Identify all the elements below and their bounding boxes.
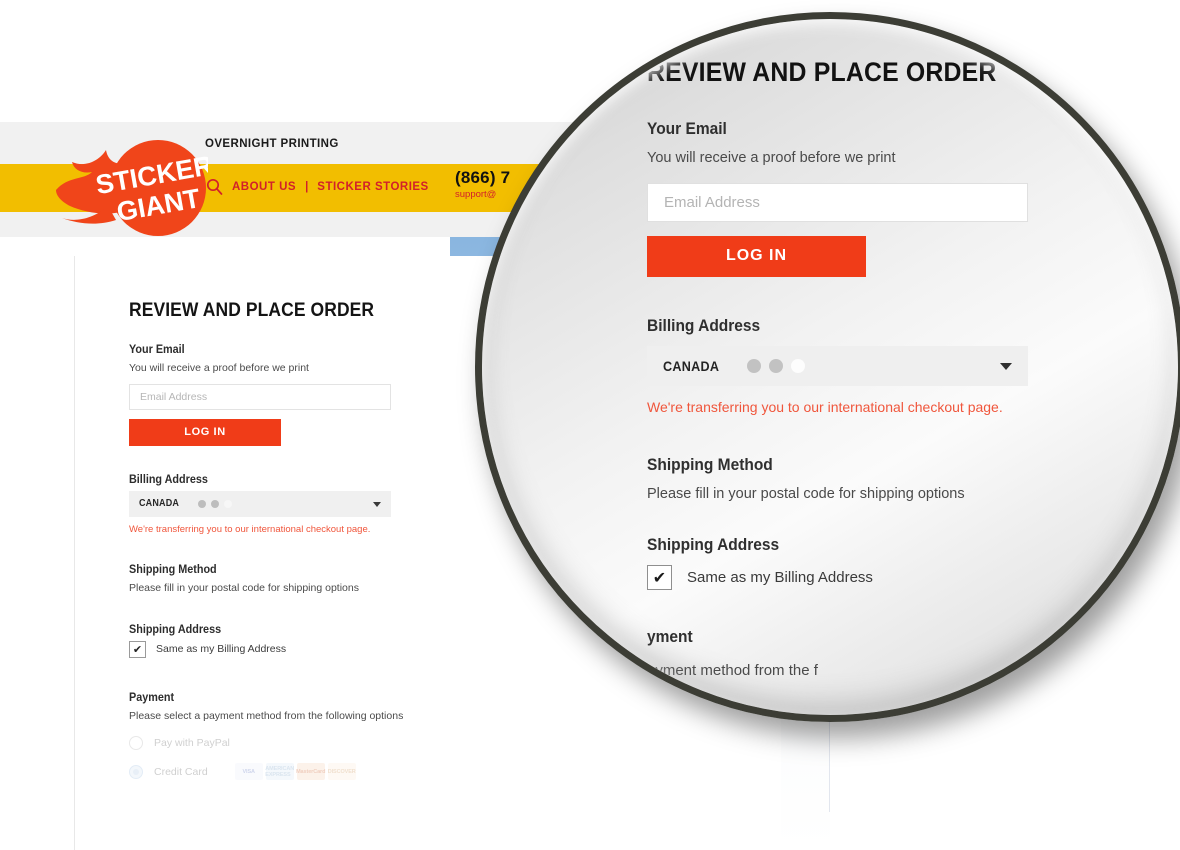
search-glyph [206,178,223,195]
header-nav: ABOUT US | STICKER STORIES [206,178,429,195]
paypal-label: Pay with PayPal [154,737,230,750]
support-email[interactable]: support@ [455,189,510,200]
payment-heading: Payment [129,691,175,704]
checkout-card: REVIEW AND PLACE ORDER Your Email You wi… [74,256,781,850]
billing-address-heading: Billing Address [129,473,208,486]
header-contact: (866) 7 support@ [455,168,510,200]
page-title: REVIEW AND PLACE ORDER [129,300,375,321]
loading-dots-icon [197,499,232,508]
billing-error-message: We're transferring you to our internatio… [129,523,371,535]
your-email-help: You will receive a proof before we print [129,362,309,374]
radio-selected-icon[interactable] [129,764,143,779]
nav-link-sticker-stories[interactable]: STICKER STORIES [317,181,428,193]
your-email-heading: Your Email [129,344,185,356]
header-tagline: OVERNIGHT PRINTING [205,138,339,150]
card-logos: VISA AMERICAN EXPRESS MasterCard DISCOVE… [234,763,356,781]
checkbox-checked-icon[interactable]: ✔ [129,640,146,658]
shipping-address-heading: Shipping Address [129,623,222,636]
website-page: STICKER GIANT OVERNIGHT PRINTING ABOUT U… [0,0,1180,850]
same-as-billing-label: Same as my Billing Address [156,643,287,656]
nav-separator: | [305,180,309,193]
shipping-method-help: Please fill in your postal code for ship… [129,582,359,595]
payment-help: Please select a payment method from the … [129,709,404,722]
email-input[interactable]: Email Address [129,383,391,410]
discover-icon: DISCOVER [327,763,356,781]
search-icon[interactable] [206,178,223,195]
shipping-method-heading: Shipping Method [129,564,217,577]
credit-card-label: Credit Card [154,765,208,778]
login-button[interactable]: LOG IN [129,418,281,446]
nav-link-about-us[interactable]: ABOUT US [232,181,296,193]
stickergiant-logo[interactable]: STICKER GIANT [48,128,215,238]
billing-country-select[interactable]: CANADA [129,490,391,517]
same-as-billing-row[interactable]: ✔ Same as my Billing Address [129,640,429,658]
visa-icon: VISA [234,763,263,781]
payment-option-credit-card[interactable]: Credit Card VISA AMERICAN EXPRESS Master… [129,763,429,781]
amex-icon: AMERICAN EXPRESS [265,763,294,781]
billing-country-value: CANADA [139,498,180,510]
chevron-down-icon [373,501,381,507]
flame-logo-icon: STICKER GIANT [56,140,215,236]
mastercard-icon: MasterCard [296,763,325,781]
payment-option-paypal[interactable]: Pay with PayPal [129,736,429,751]
panel-divider [829,237,830,812]
phone-number[interactable]: (866) 7 [455,168,510,188]
radio-unselected-icon[interactable] [129,736,143,751]
